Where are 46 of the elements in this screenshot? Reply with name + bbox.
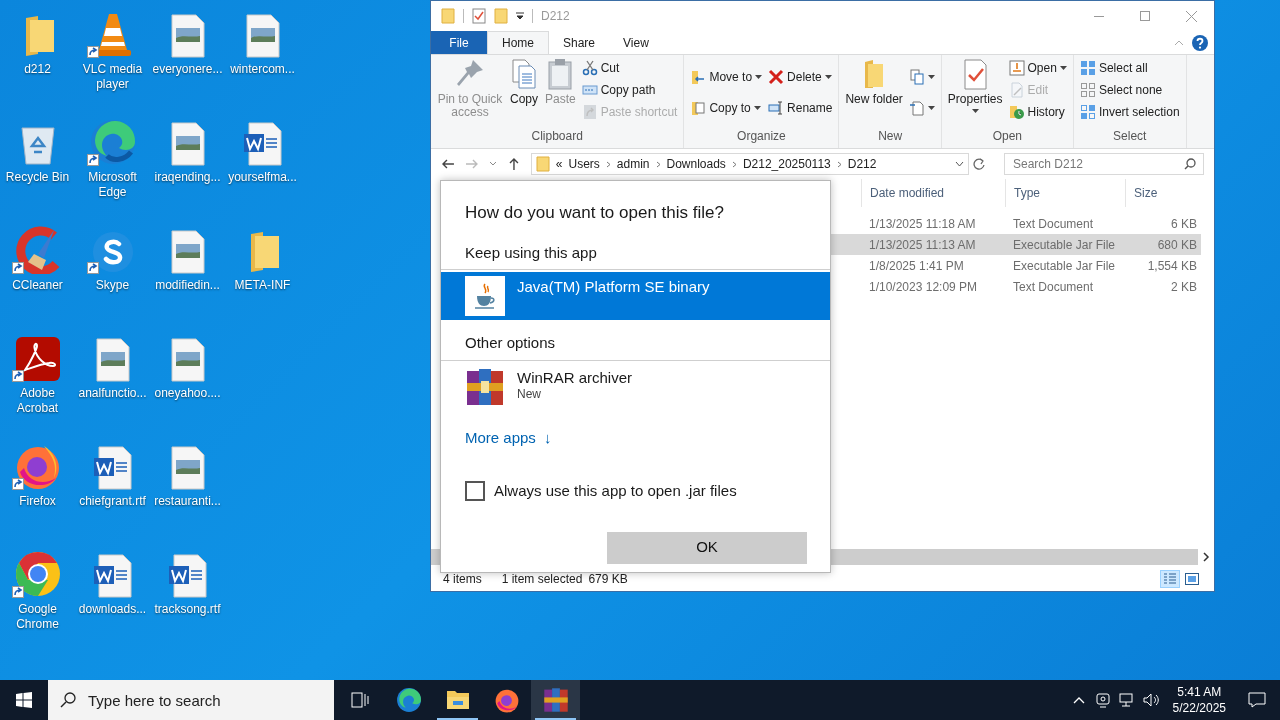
- shortcut-label: Skype: [94, 278, 131, 293]
- type-cell-text: Text Document: [1012, 278, 1095, 296]
- shortcut-label: restauranti...: [153, 494, 222, 509]
- date-cell-text: 1/8/2025 1:41 PM: [868, 257, 965, 275]
- shortcut-label: CCleaner: [11, 278, 64, 293]
- type-cell-text: Executable Jar File: [1012, 257, 1117, 275]
- date-cell-text: 1/13/2025 11:13 AM: [868, 236, 977, 254]
- shortcut-label: Adobe Acrobat: [15, 386, 60, 416]
- checkbox-label: Always use this app to open .jar files: [494, 481, 737, 501]
- shortcut-label: d212: [23, 62, 52, 77]
- shortcut-label: wintercom...: [229, 62, 296, 77]
- selection-size: 679 KB: [588, 571, 628, 588]
- type-cell-text: Executable Jar File: [1012, 236, 1117, 254]
- shortcut-label: oneyahoo....: [153, 386, 222, 401]
- shortcut-label: tracksong.rtf: [153, 602, 222, 617]
- size-cell-text: 680 KB: [1156, 236, 1198, 254]
- ribbon-group-label: Select: [1112, 128, 1148, 145]
- item-count: 4 items: [443, 571, 482, 588]
- shortcut-label: Google Chrome: [15, 602, 60, 632]
- ribbon-group-label: Organize: [736, 128, 787, 145]
- shortcut-label: analfunctio...: [77, 386, 148, 401]
- section-heading: Keep using this app: [441, 241, 830, 270]
- shortcut-label: modifiedin...: [154, 278, 221, 293]
- shortcut-label: downloads...: [77, 602, 148, 617]
- shortcut-label: Firefox: [18, 494, 57, 509]
- shortcut-label: Microsoft Edge: [87, 170, 138, 200]
- shortcut-label: Recycle Bin: [4, 170, 71, 185]
- size-cell-text: 6 KB: [1170, 215, 1198, 233]
- ribbon-group-label: Clipboard: [530, 128, 584, 145]
- size-cell-text: 2 KB: [1170, 278, 1198, 296]
- ribbon-group-label: New: [877, 128, 904, 145]
- shortcut-label: chiefgrant.rtf: [78, 494, 147, 509]
- date-cell-text: 1/13/2025 11:18 AM: [868, 215, 977, 233]
- shortcut-label: VLC media player: [81, 62, 144, 92]
- dialog-title: How do you want to open this file?: [464, 202, 725, 224]
- window-title: D212: [541, 8, 570, 25]
- ribbon-group-label: Open: [991, 128, 1023, 145]
- shortcut-label: everyonere...: [151, 62, 224, 77]
- shortcut-label: iraqending...: [153, 170, 222, 185]
- section-heading: Other options: [441, 332, 830, 361]
- shortcut-label: META-INF: [233, 278, 292, 293]
- date-cell-text: 1/10/2023 12:09 PM: [868, 278, 979, 296]
- selection-count: 1 item selected: [501, 571, 583, 588]
- shortcut-label: yourselfma...: [227, 170, 298, 185]
- size-cell-text: 1,554 KB: [1146, 257, 1198, 275]
- type-cell-text: Text Document: [1012, 215, 1095, 233]
